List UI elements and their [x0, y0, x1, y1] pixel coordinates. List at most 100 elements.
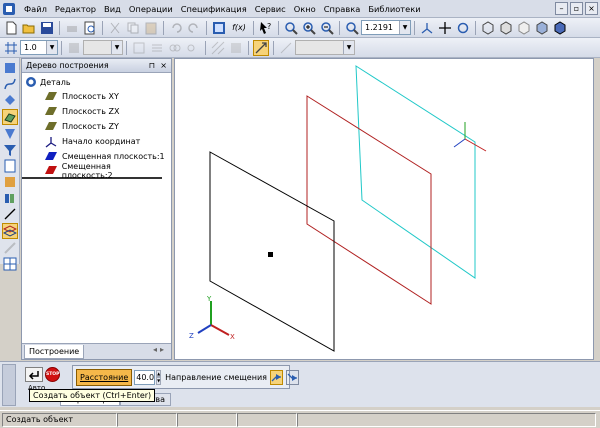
pan-icon[interactable]: [437, 20, 453, 36]
chevron-down-icon[interactable]: ▼: [399, 21, 410, 34]
menu-window[interactable]: Окно: [290, 0, 320, 18]
minimize-icon[interactable]: –: [555, 2, 568, 15]
menu-view[interactable]: Вид: [100, 0, 125, 18]
paste-icon[interactable]: [143, 20, 159, 36]
create-object-button[interactable]: [25, 367, 43, 382]
copy-icon[interactable]: [125, 20, 141, 36]
toolbar-separator: [253, 20, 254, 35]
origin-point[interactable]: [268, 252, 273, 257]
menu-help[interactable]: Справка: [320, 0, 365, 18]
tree-item-plane-zy[interactable]: Плоскость ZY: [22, 119, 171, 134]
viewport-scrollbar[interactable]: [594, 58, 600, 360]
spec-icon[interactable]: [2, 159, 18, 173]
rotate-icon[interactable]: [455, 20, 471, 36]
direction-forward-icon[interactable]: [269, 369, 283, 385]
chevron-down-icon[interactable]: ▼: [156, 377, 162, 385]
zoom-combo[interactable]: 1.2191 ▼: [361, 20, 411, 35]
tree-item-plane-zx[interactable]: Плоскость ZX: [22, 104, 171, 119]
library-icon[interactable]: [2, 191, 18, 205]
zoom-window-icon[interactable]: [283, 20, 299, 36]
axis-icon[interactable]: [2, 241, 18, 255]
tree-root[interactable]: Деталь: [22, 75, 171, 89]
pin-icon[interactable]: ⊓: [149, 59, 155, 73]
chevron-down-icon[interactable]: ▼: [46, 41, 57, 54]
close-icon[interactable]: ×: [585, 2, 598, 15]
undo-icon[interactable]: [168, 20, 184, 36]
open-icon[interactable]: [21, 20, 37, 36]
tooltip: Создать объект (Ctrl+Enter): [29, 389, 156, 402]
chevron-down-icon[interactable]: ▼: [111, 41, 122, 54]
direction-reverse-icon[interactable]: [285, 369, 299, 385]
tree-item-plane-xy[interactable]: Плоскость XY: [22, 89, 171, 104]
shaded-icon[interactable]: [534, 20, 550, 36]
auxiliary-geometry-icon[interactable]: [1, 109, 18, 125]
spline-icon[interactable]: [2, 77, 18, 91]
property-panel-grip[interactable]: [2, 364, 16, 406]
redo-icon[interactable]: [186, 20, 202, 36]
report-icon[interactable]: [2, 175, 18, 189]
toolbar-separator: [206, 20, 207, 35]
line-width-combo[interactable]: 1.0 ▼: [20, 40, 58, 55]
viewport-canvas[interactable]: Y X Z: [175, 59, 595, 361]
unlink-icon[interactable]: [185, 40, 201, 56]
menu-specification[interactable]: Спецификация: [177, 0, 251, 18]
snap-grid-icon[interactable]: [3, 40, 19, 56]
restore-icon[interactable]: ▫: [570, 2, 583, 15]
line-icon[interactable]: [2, 207, 18, 221]
help-pointer-icon[interactable]: ?: [258, 20, 274, 36]
new-document-icon[interactable]: [3, 20, 19, 36]
app-icon[interactable]: [2, 2, 16, 16]
shaded-edges-icon[interactable]: [552, 20, 568, 36]
zoom-in-icon[interactable]: [301, 20, 317, 36]
orientation-icon[interactable]: [419, 20, 435, 36]
measure-icon[interactable]: [2, 127, 18, 141]
offset-plane-2-red[interactable]: [306, 95, 432, 305]
menu-operations[interactable]: Операции: [125, 0, 177, 18]
menu-service[interactable]: Сервис: [251, 0, 290, 18]
distance-button[interactable]: Расстояние: [76, 368, 133, 386]
model-viewport[interactable]: Y X Z: [174, 58, 594, 360]
tree-item-origin[interactable]: Начало координат: [22, 134, 171, 149]
secondary-toolbar: 1.0 ▼ ▼ ▼: [0, 38, 600, 58]
link-icon[interactable]: [167, 40, 183, 56]
menu-edit[interactable]: Редактор: [51, 0, 100, 18]
save-icon[interactable]: [39, 20, 55, 36]
menu-libraries[interactable]: Библиотеки: [364, 0, 424, 18]
hidden-lines-icon[interactable]: [498, 20, 514, 36]
hatch-icon[interactable]: [210, 40, 226, 56]
chevron-up-icon[interactable]: ▲: [156, 369, 162, 377]
stop-button[interactable]: STOP: [45, 367, 60, 382]
offset-plane-tool-icon[interactable]: [1, 223, 18, 239]
fill-icon[interactable]: [228, 40, 244, 56]
preview-icon[interactable]: [82, 20, 98, 36]
manager-icon[interactable]: [211, 20, 227, 36]
snap-toggle-icon[interactable]: [253, 39, 269, 56]
grid-view-icon[interactable]: [2, 257, 18, 271]
surfaces-icon[interactable]: [2, 93, 18, 107]
close-icon[interactable]: ×: [160, 59, 167, 73]
thin-lines-icon[interactable]: [516, 20, 532, 36]
distance-stepper[interactable]: ▲ ▼: [156, 369, 162, 385]
sketch-combo[interactable]: ▼: [295, 40, 355, 55]
style-combo[interactable]: ▼: [83, 40, 123, 55]
filter-icon[interactable]: [2, 143, 18, 157]
fx-button[interactable]: f(x): [229, 20, 249, 36]
distance-input[interactable]: 40.0: [134, 369, 156, 385]
cut-icon[interactable]: [107, 20, 123, 36]
base-plane-black[interactable]: [209, 151, 335, 352]
layer-icon[interactable]: [66, 40, 82, 56]
tree-nav-arrows-icon[interactable]: ◂▸: [153, 345, 167, 354]
sketch-icon[interactable]: [278, 40, 294, 56]
properties-icon[interactable]: [131, 40, 147, 56]
tab-construction[interactable]: Построение: [24, 344, 85, 359]
tree-item-offset-plane-2[interactable]: Смещенная плоскость:2: [22, 162, 162, 180]
edit-part-icon[interactable]: [2, 61, 18, 75]
offset-plane-2-cyan[interactable]: [355, 65, 476, 279]
print-icon[interactable]: [64, 20, 80, 36]
zoom-out-icon[interactable]: [319, 20, 335, 36]
menu-file[interactable]: Файл: [20, 0, 51, 18]
wireframe-icon[interactable]: [480, 20, 496, 36]
zoom-scale-icon[interactable]: [344, 20, 360, 36]
align-icon[interactable]: [149, 40, 165, 56]
chevron-down-icon[interactable]: ▼: [343, 41, 354, 54]
